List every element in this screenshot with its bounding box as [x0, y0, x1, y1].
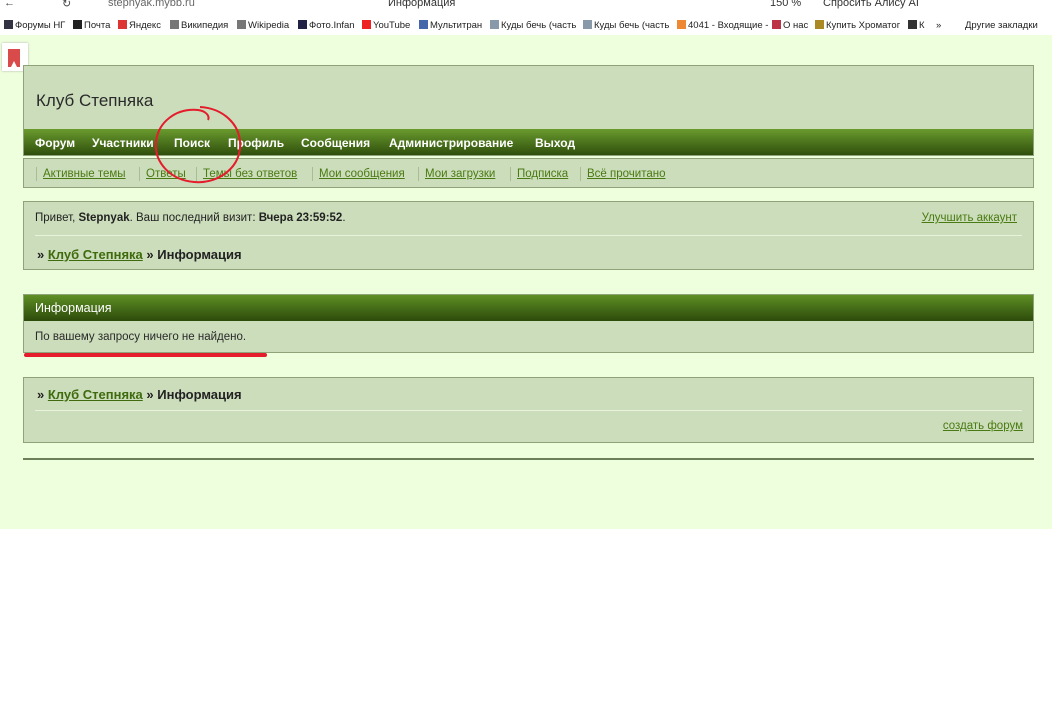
divider [580, 167, 581, 181]
bookmark-label: Фото.Infan [309, 20, 355, 31]
bookmark-label: 4041 - Входящие - [688, 20, 769, 31]
nav-forum[interactable]: Форум [35, 136, 75, 150]
welcome-text: Привет, Stepnyak. Ваш последний визит: В… [35, 212, 346, 224]
bookmark-icon [118, 20, 127, 29]
bookmark-icon [583, 20, 592, 29]
zoom-level[interactable]: 150 % [770, 0, 801, 9]
breadcrumb-sep: » [146, 387, 154, 402]
info-panel: Информация По вашему запросу ничего не н… [23, 294, 1034, 353]
bookmark-label: О нас [783, 20, 809, 31]
bookmark-icon [298, 20, 307, 29]
bookmark-item[interactable]: YouTube [362, 20, 410, 31]
username: Stepnyak [78, 212, 130, 224]
bookmark-item[interactable]: Куды бечь (часть [583, 20, 669, 31]
nav-members[interactable]: Участники [92, 136, 154, 150]
footer-panel: » Клуб Степняка » Информация создать фор… [23, 377, 1034, 443]
divider [36, 167, 37, 181]
footer-breadcrumb: » Клуб Степняка » Информация [37, 387, 242, 402]
bookmark-item[interactable]: Мультитран [419, 20, 482, 31]
info-message: По вашему запросу ничего не найдено. [35, 331, 247, 343]
divider [510, 167, 511, 181]
bookmark-label: К [919, 20, 925, 31]
welcome-panel: Привет, Stepnyak. Ваш последний визит: В… [23, 201, 1034, 270]
bookmark-icon [237, 20, 246, 29]
youtube-icon [362, 20, 371, 29]
bookmarks-overflow-icon[interactable]: » [936, 20, 941, 31]
browser-page-title: Информация [388, 0, 456, 9]
bookmark-icon [815, 20, 824, 29]
bookmark-label: Яндекс [129, 20, 161, 31]
nav-logout[interactable]: Выход [535, 136, 575, 150]
bookmark-item[interactable]: О нас [772, 20, 808, 31]
last-visit: Вчера 23:59:52 [258, 212, 343, 224]
browser-toolbar: ← ↻ stepnyak.mybb.ru Информация 150 % Сп… [0, 0, 1052, 12]
subnav-my-posts[interactable]: Мои сообщения [319, 168, 405, 180]
breadcrumb-home-link[interactable]: Клуб Степняка [48, 387, 143, 402]
bookmark-item[interactable]: Фото.Infan [298, 20, 355, 31]
divider [312, 167, 313, 181]
bookmark-label: Wikipedia [248, 20, 290, 31]
divider [418, 167, 419, 181]
bookmark-item[interactable]: Яндекс [118, 20, 161, 31]
nav-messages[interactable]: Сообщения [301, 136, 370, 150]
bookmark-label: Почта [84, 20, 111, 31]
address-bar[interactable]: stepnyak.mybb.ru [108, 0, 195, 9]
bookmark-label: Куды бечь (часть [501, 20, 577, 31]
annotation-underline [24, 353, 267, 357]
mail-icon [677, 20, 686, 29]
bookmark-item[interactable]: Почта [73, 20, 110, 31]
subnav-active-topics[interactable]: Активные темы [43, 168, 126, 180]
bookmark-icon [4, 20, 13, 29]
bookmark-label: Википедия [181, 20, 229, 31]
bookmark-icon [490, 20, 499, 29]
subnav-subscriptions[interactable]: Подписка [517, 168, 568, 180]
breadcrumb-current: Информация [157, 247, 242, 262]
forum-title[interactable]: Клуб Степняка [36, 91, 153, 111]
bookmarks-bar: Форумы НГ Почта Яндекс Википедия Wikiped… [0, 17, 1052, 35]
bookmark-item[interactable]: Форумы НГ [4, 20, 65, 31]
bookmark-item[interactable]: К [908, 20, 925, 31]
breadcrumb-sep: » [37, 387, 45, 402]
breadcrumb-home-link[interactable]: Клуб Степняка [48, 247, 143, 262]
back-icon[interactable]: ← [4, 0, 15, 9]
create-forum-link[interactable]: создать форум [943, 420, 1023, 432]
reload-icon[interactable]: ↻ [62, 0, 71, 10]
bookmark-icon [772, 20, 781, 29]
bookmark-icon [170, 20, 179, 29]
bookmark-item[interactable]: Куды бечь (часть [490, 20, 576, 31]
breadcrumb-current: Информация [157, 387, 242, 402]
alice-button[interactable]: Спросить Алису AI [823, 0, 919, 9]
welcome-prefix: Привет, [35, 212, 76, 224]
bookmark-icon [908, 20, 917, 29]
subnav-mark-read[interactable]: Всё прочитано [587, 168, 665, 180]
breadcrumb: » Клуб Степняка » Информация [37, 247, 242, 262]
other-bookmarks[interactable]: Другие закладки [965, 20, 1038, 31]
bookmark-item[interactable]: Wikipedia [237, 20, 289, 31]
subnav-my-uploads[interactable]: Мои загрузки [425, 168, 495, 180]
annotation-circle [154, 106, 242, 184]
nav-admin[interactable]: Администрирование [389, 136, 513, 150]
bookmark-item[interactable]: 4041 - Входящие - [677, 20, 768, 31]
divider [35, 235, 1022, 236]
bookmark-label: YouTube [373, 20, 411, 31]
info-header: Информация [24, 295, 1033, 321]
bookmark-icon [73, 20, 82, 29]
info-heading: Информация [35, 301, 112, 315]
breadcrumb-sep: » [146, 247, 154, 262]
divider [35, 410, 1022, 411]
breadcrumb-sep: » [37, 247, 45, 262]
bookmark-icon [419, 20, 428, 29]
upgrade-account-link[interactable]: Улучшить аккаунт [922, 212, 1017, 224]
bookmark-item[interactable]: Купить Хроматог [815, 20, 900, 31]
bookmark-item[interactable]: Википедия [170, 20, 228, 31]
bookmark-label: Купить Хроматог [826, 20, 901, 31]
bookmark-label: Форумы НГ [15, 20, 66, 31]
bottom-divider [23, 458, 1034, 460]
bookmark-label: Мультитран [430, 20, 483, 31]
divider [139, 167, 140, 181]
welcome-mid: . Ваш последний визит: [129, 212, 256, 224]
welcome-suffix: . [342, 212, 346, 224]
bookmark-label: Куды бечь (часть [594, 20, 670, 31]
